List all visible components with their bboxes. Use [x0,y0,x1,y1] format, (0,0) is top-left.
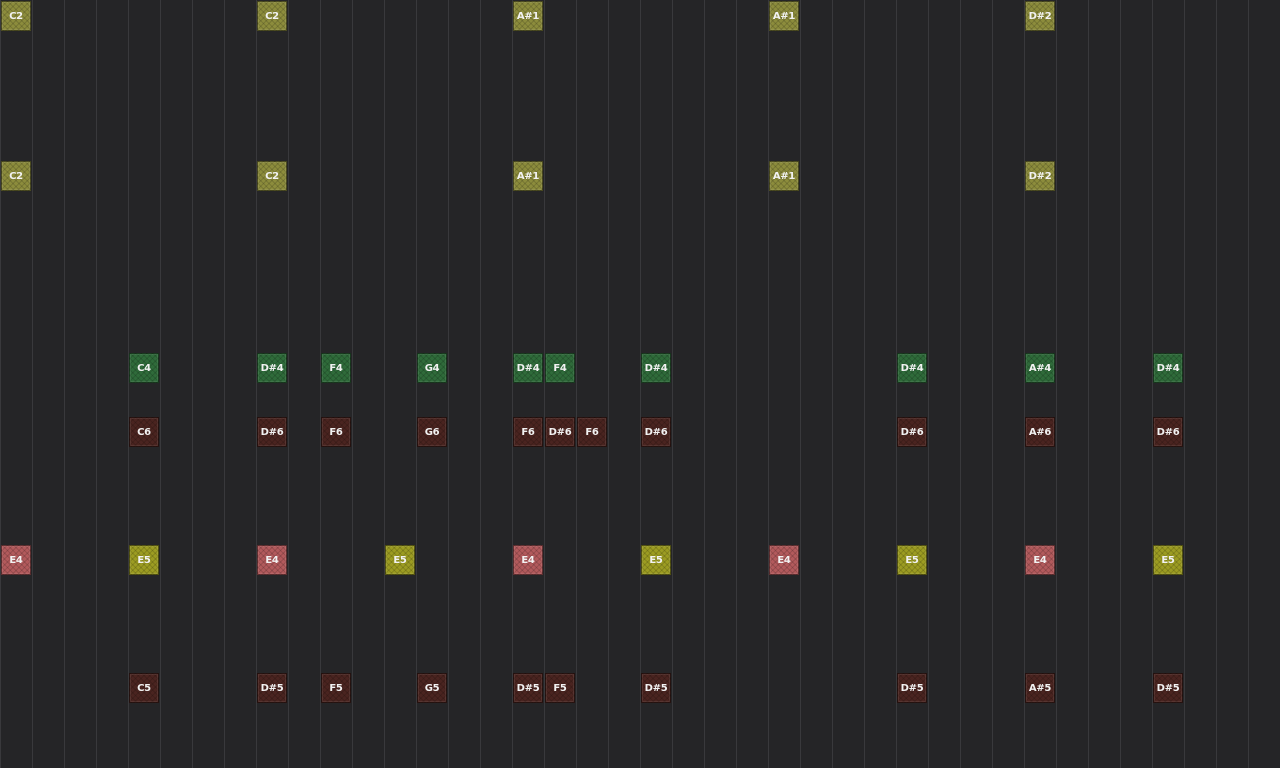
note-block[interactable]: D#4 [1153,353,1183,383]
note-block[interactable]: A#1 [769,1,799,31]
note-block[interactable]: D#6 [897,417,927,447]
note-block[interactable]: D#2 [1025,1,1055,31]
note-block[interactable]: A#5 [1025,673,1055,703]
note-block[interactable]: D#5 [513,673,543,703]
note-block[interactable]: F6 [321,417,351,447]
note-block[interactable]: F4 [545,353,575,383]
note-block[interactable]: D#5 [257,673,287,703]
note-block[interactable]: E4 [769,545,799,575]
note-block[interactable]: D#6 [257,417,287,447]
note-block[interactable]: E4 [1025,545,1055,575]
note-block[interactable]: E5 [897,545,927,575]
note-block[interactable]: F4 [321,353,351,383]
note-block[interactable]: G5 [417,673,447,703]
note-block[interactable]: C2 [1,1,31,31]
note-block[interactable]: D#6 [641,417,671,447]
note-block[interactable]: D#4 [897,353,927,383]
note-block[interactable]: D#4 [641,353,671,383]
sequencer-grid[interactable]: C2 C2 A#1 A#1 D#2 C2 C2 A#1 A#1 D#2 C4 D#4 F4 G4 D#4 F4… [0,0,1280,768]
note-block[interactable]: C4 [129,353,159,383]
note-block[interactable]: E4 [257,545,287,575]
note-block[interactable]: E5 [641,545,671,575]
note-block[interactable]: E5 [129,545,159,575]
note-block[interactable]: C2 [1,161,31,191]
note-block[interactable]: D#5 [1153,673,1183,703]
note-block[interactable]: D#6 [1153,417,1183,447]
note-block[interactable]: F6 [577,417,607,447]
note-block[interactable]: D#4 [513,353,543,383]
note-block[interactable]: G6 [417,417,447,447]
note-block[interactable]: E5 [1153,545,1183,575]
note-block[interactable]: D#5 [897,673,927,703]
note-block[interactable]: D#5 [641,673,671,703]
note-block[interactable]: C2 [257,161,287,191]
note-block[interactable]: A#6 [1025,417,1055,447]
note-block[interactable]: D#4 [257,353,287,383]
note-block[interactable]: F5 [321,673,351,703]
note-block[interactable]: C6 [129,417,159,447]
note-block[interactable]: E4 [1,545,31,575]
note-block[interactable]: D#2 [1025,161,1055,191]
note-block[interactable]: A#1 [769,161,799,191]
note-block[interactable]: C2 [257,1,287,31]
note-block[interactable]: E5 [385,545,415,575]
note-block[interactable]: G4 [417,353,447,383]
note-block[interactable]: D#6 [545,417,575,447]
note-block[interactable]: E4 [513,545,543,575]
note-block[interactable]: F5 [545,673,575,703]
note-block[interactable]: A#4 [1025,353,1055,383]
note-block[interactable]: C5 [129,673,159,703]
note-block[interactable]: A#1 [513,1,543,31]
note-block[interactable]: A#1 [513,161,543,191]
note-block[interactable]: F6 [513,417,543,447]
